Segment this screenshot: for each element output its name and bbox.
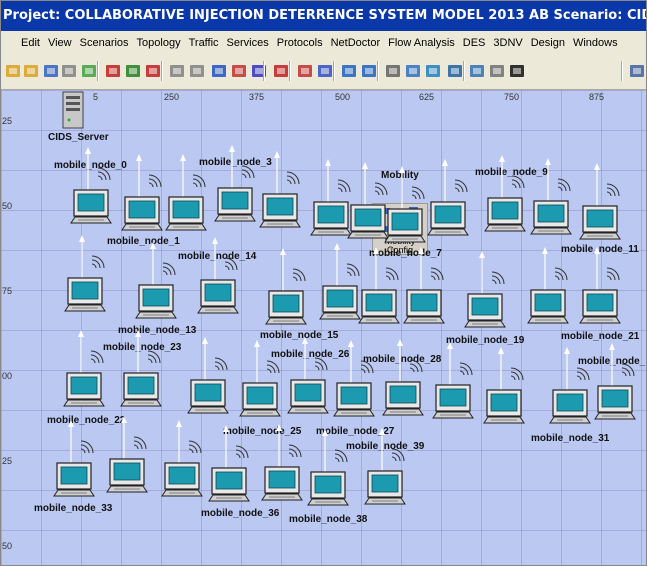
mobile-node[interactable] <box>527 247 569 324</box>
toolbar-separator <box>463 61 465 81</box>
title-bar: Project: COLLABORATIVE INJECTION DETERRE… <box>1 1 646 31</box>
grid-a-icon[interactable] <box>341 63 357 79</box>
menu-traffic[interactable]: Traffic <box>185 31 223 55</box>
mobile-node[interactable] <box>187 337 229 414</box>
toolbar-separator <box>377 61 379 81</box>
menu-bar: Edit View Scenarios Topology Traffic Services… <box>1 31 646 55</box>
menu-scenarios[interactable]: Scenarios <box>76 31 133 55</box>
toolbar-separator <box>161 61 163 81</box>
mobile-node[interactable] <box>239 340 281 417</box>
flag-icon[interactable] <box>447 63 463 79</box>
toolbar-separator <box>97 61 99 81</box>
mobile-node[interactable] <box>310 159 352 236</box>
mobile-node[interactable] <box>594 343 636 420</box>
mobile-node[interactable] <box>358 247 400 324</box>
bar-chart-icon[interactable] <box>273 63 289 79</box>
mobile-node[interactable] <box>307 429 349 506</box>
mobile-node[interactable] <box>261 424 303 501</box>
window-title: Project: COLLABORATIVE INJECTION DETERRE… <box>3 8 646 23</box>
mobile-node[interactable] <box>64 235 106 312</box>
cfg-icon[interactable] <box>231 63 247 79</box>
mobile-node[interactable] <box>579 163 621 240</box>
menu-flow-analysis[interactable]: Flow Analysis <box>384 31 459 55</box>
menu-netdoctor[interactable]: NetDoctor <box>327 31 385 55</box>
print-icon[interactable] <box>61 63 77 79</box>
menu-services[interactable]: Services <box>223 31 273 55</box>
mobile-node[interactable] <box>53 420 95 497</box>
mobile-node[interactable] <box>208 425 250 502</box>
scissors-icon[interactable] <box>385 63 401 79</box>
mobile-node[interactable] <box>121 154 163 231</box>
mobile-node[interactable] <box>161 420 203 497</box>
toolbar-separator <box>333 61 335 81</box>
menu-des[interactable]: DES <box>459 31 490 55</box>
chart-icon[interactable] <box>489 63 505 79</box>
workspace-canvas[interactable]: 5 250 375 500 625 750 875 25 50 75 00 25… <box>1 90 646 565</box>
mobile-node[interactable] <box>70 147 112 224</box>
menu-windows[interactable]: Windows <box>569 31 622 55</box>
mobile-node[interactable] <box>120 330 162 407</box>
mobile-node[interactable] <box>214 145 256 222</box>
mobile-node[interactable] <box>106 416 148 493</box>
toolbar-separator <box>289 61 291 81</box>
mobile-node[interactable] <box>384 166 426 243</box>
mobile-node[interactable] <box>364 428 406 505</box>
water-icon[interactable] <box>425 63 441 79</box>
mobile-node[interactable] <box>319 243 361 320</box>
mobile-node[interactable] <box>265 248 307 325</box>
green-node-icon[interactable] <box>125 63 141 79</box>
mobile-node[interactable] <box>135 242 177 319</box>
mobile-node[interactable] <box>403 247 445 324</box>
app-window: Project: COLLABORATIVE INJECTION DETERRE… <box>0 0 647 566</box>
mobile-node[interactable] <box>287 337 329 414</box>
mobile-node[interactable] <box>259 151 301 228</box>
mobile-node[interactable] <box>432 342 474 419</box>
mobile-node[interactable] <box>382 339 424 416</box>
triangle-icon[interactable] <box>317 63 333 79</box>
red-node-2-icon[interactable] <box>297 63 313 79</box>
red-node-icon[interactable] <box>105 63 121 79</box>
open-icon[interactable] <box>23 63 39 79</box>
device-layer <box>53 145 636 506</box>
menu-view[interactable]: View <box>44 31 76 55</box>
save-icon[interactable] <box>43 63 59 79</box>
zoom-in-icon[interactable] <box>169 63 185 79</box>
ipv6-icon[interactable] <box>629 63 645 79</box>
bar-3d-icon[interactable] <box>469 63 485 79</box>
toolbar <box>1 55 646 90</box>
ace-icon[interactable] <box>211 63 227 79</box>
menu-protocols[interactable]: Protocols <box>273 31 327 55</box>
mobile-node[interactable] <box>579 247 621 324</box>
info-icon[interactable] <box>509 63 525 79</box>
mobile-node[interactable] <box>333 340 375 417</box>
mobile-node[interactable] <box>427 159 469 236</box>
toolbar-separator <box>621 61 623 81</box>
route-icon[interactable] <box>405 63 421 79</box>
mobile-node[interactable] <box>530 158 572 235</box>
menu-edit[interactable]: Edit <box>1 31 44 55</box>
mobile-node[interactable] <box>464 251 506 328</box>
mobile-node[interactable] <box>483 347 525 424</box>
mobile-node[interactable] <box>197 237 239 314</box>
menu-topology[interactable]: Topology <box>133 31 185 55</box>
mobile-node[interactable] <box>165 154 207 231</box>
mobile-node[interactable] <box>484 155 526 232</box>
mobile-node[interactable] <box>347 162 389 239</box>
toolbar-separator <box>263 61 265 81</box>
mobile-node[interactable] <box>549 347 591 424</box>
failure-icon[interactable] <box>145 63 161 79</box>
mobile-node[interactable] <box>63 330 105 407</box>
object-palette-icon[interactable] <box>81 63 97 79</box>
open-folder-icon[interactable] <box>5 63 21 79</box>
grid-b-icon[interactable] <box>361 63 377 79</box>
menu-design[interactable]: Design <box>527 31 569 55</box>
zoom-out-icon[interactable] <box>189 63 205 79</box>
menu-3dnv[interactable]: 3DNV <box>489 31 526 55</box>
